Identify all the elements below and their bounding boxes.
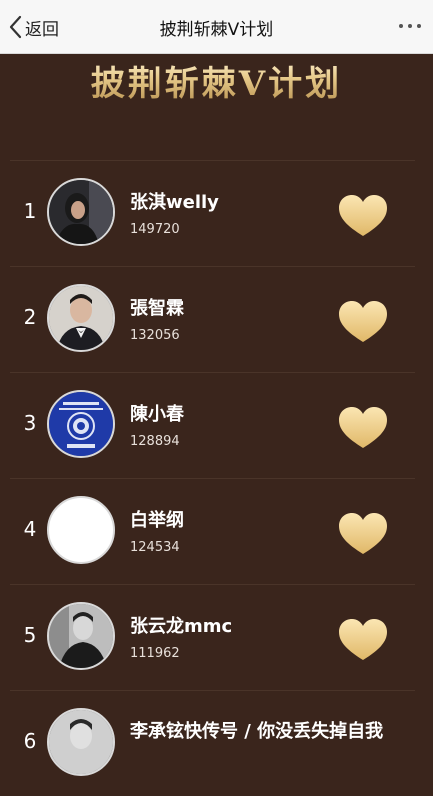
more-dot-icon [399,24,403,28]
more-dot-icon [417,24,421,28]
heart-vote-icon[interactable] [337,618,389,662]
list-item[interactable]: 1 张淇welly 149720 [10,160,415,266]
rank-number: 5 [23,623,37,647]
page-title: 披荆斩棘V计划 [159,20,274,40]
banner-title: 披荆斩棘V计划 [91,56,342,105]
avatar[interactable] [47,708,115,776]
avatar-photo-icon [49,286,113,350]
user-name: 张淇welly [130,192,219,213]
rank-number: 6 [23,729,37,753]
avatar[interactable] [47,178,115,246]
more-options-button[interactable] [399,24,421,28]
user-name: 白举纲 [130,510,184,531]
heart-vote-icon[interactable] [337,194,389,238]
user-name: 張智霖 [130,298,184,319]
vote-count: 124534 [130,540,180,555]
avatar-photo-icon [49,180,113,244]
emblem-icon [49,392,113,456]
vote-count: 111962 [130,646,180,661]
more-dot-icon [408,24,412,28]
avatar[interactable] [47,602,115,670]
heart-vote-icon[interactable] [337,300,389,344]
ranking-list: 1 张淇welly 149720 2 張智霖 132056 3 陳小春 1288… [0,160,433,796]
list-item[interactable]: 6 李承铉快传号 / 你没丢失掉自我 [10,690,415,796]
avatar[interactable] [47,284,115,352]
banner: 披荆斩棘V计划 [0,54,433,114]
heart-vote-icon[interactable] [337,406,389,450]
rank-number: 1 [23,199,37,223]
list-item[interactable]: 4 白举纲 124534 [10,478,415,584]
user-name: 张云龙mmc [130,616,233,637]
vote-count: 149720 [130,222,180,237]
navigation-bar: 返回 披荆斩棘V计划 [0,0,433,54]
vote-count: 132056 [130,328,180,343]
rank-number: 3 [23,411,37,435]
vote-count: 128894 [130,434,180,449]
avatar[interactable] [47,390,115,458]
list-item[interactable]: 2 張智霖 132056 [10,266,415,372]
heart-vote-icon[interactable] [337,512,389,556]
list-item[interactable]: 5 张云龙mmc 111962 [10,584,415,690]
avatar-photo-icon [49,604,113,668]
user-name: 李承铉快传号 / 你没丢失掉自我 [130,721,384,742]
avatar[interactable] [47,496,115,564]
user-name: 陳小春 [130,404,184,425]
rank-number: 4 [23,517,37,541]
list-item[interactable]: 3 陳小春 128894 [10,372,415,478]
avatar-photo-icon [49,710,113,774]
rank-number: 2 [23,305,37,329]
